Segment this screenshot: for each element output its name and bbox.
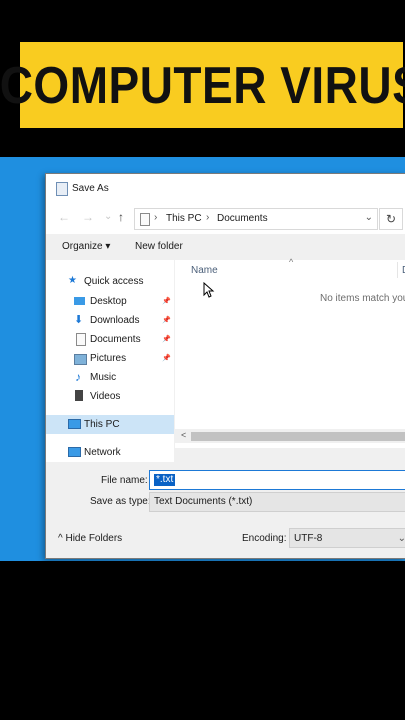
sidebar-item-label: Music	[90, 372, 117, 383]
file-name-value: *.txt	[154, 474, 176, 486]
sidebar-item-label: This PC	[84, 419, 120, 430]
star-icon: ★	[68, 275, 77, 286]
breadcrumb-documents[interactable]: Documents	[217, 213, 268, 224]
save-type-value: Text Documents (*.txt)	[154, 496, 253, 507]
picture-icon	[74, 354, 87, 365]
sort-up-icon: ^	[289, 257, 294, 267]
sidebar-item-music[interactable]: ♪ Music	[46, 368, 174, 387]
hide-folders-button[interactable]: ^ Hide Folders	[58, 533, 122, 544]
forward-arrow-icon[interactable]: →	[82, 210, 94, 224]
file-name-input[interactable]: *.txt	[149, 470, 405, 490]
computer-icon	[68, 419, 81, 429]
new-folder-button[interactable]: New folder	[135, 241, 183, 252]
encoding-select[interactable]: UTF-8 ⌄	[289, 528, 405, 548]
sidebar-item-pictures[interactable]: Pictures 📌	[46, 349, 174, 368]
address-dropdown-icon[interactable]: ⌄	[365, 212, 373, 223]
sidebar-item-videos[interactable]: Videos	[46, 387, 174, 406]
column-header-name[interactable]: Name	[191, 265, 218, 276]
pin-icon: 📌	[162, 336, 171, 343]
document-icon	[76, 333, 86, 346]
sidebar-item-downloads[interactable]: ⬇ Downloads 📌	[46, 311, 174, 330]
title-bar[interactable]: Save As	[46, 174, 405, 202]
up-arrow-icon[interactable]: ↑	[118, 210, 124, 224]
scrollbar-thumb[interactable]	[191, 432, 405, 441]
command-bar: Organize ▾ New folder	[46, 234, 405, 260]
title-banner: COMPUTER VIRUS	[0, 42, 405, 128]
sidebar-item-this-pc[interactable]: This PC	[46, 415, 174, 434]
back-arrow-icon[interactable]: ←	[58, 210, 70, 224]
encoding-label: Encoding:	[242, 533, 287, 544]
sidebar-item-label: Quick access	[84, 276, 144, 287]
sidebar-item-label: Videos	[90, 391, 121, 402]
sidebar-item-documents[interactable]: Documents 📌	[46, 330, 174, 349]
chevron-down-icon: ⌄	[398, 533, 405, 544]
navigation-bar: ← → ⌄ ↑ › This PC › Documents ⌄ ↻	[46, 202, 405, 234]
network-icon	[68, 447, 81, 457]
scroll-left-icon[interactable]: <	[181, 430, 186, 440]
save-form: Network File name: *.txt Save as type: T…	[46, 443, 405, 558]
address-bar[interactable]: › This PC › Documents ⌄	[134, 208, 378, 230]
save-type-label: Save as type:	[90, 496, 151, 507]
sidebar-item-label: Documents	[90, 334, 141, 345]
file-name-label: File name:	[101, 475, 148, 486]
breadcrumb-this-pc[interactable]: This PC	[166, 213, 202, 224]
sidebar-item-label: Pictures	[90, 353, 127, 364]
sidebar-item-quick-access[interactable]: ★ Quick access	[46, 272, 174, 291]
banner-title: COMPUTER VIRUS	[0, 55, 405, 115]
video-icon	[75, 390, 83, 401]
horizontal-scrollbar[interactable]: <	[175, 429, 405, 443]
pin-icon: 📌	[162, 317, 171, 324]
mouse-cursor-icon	[203, 282, 215, 298]
sidebar-item-desktop[interactable]: Desktop 📌	[46, 292, 174, 311]
navigation-pane: ★ Quick access Desktop 📌 ⬇ Downloads 📌 D…	[46, 260, 174, 448]
pin-icon: 📌	[162, 298, 171, 305]
sidebar-item-network[interactable]: Network	[46, 443, 174, 462]
refresh-icon[interactable]: ↻	[379, 208, 403, 230]
organize-button[interactable]: Organize ▾	[62, 241, 110, 252]
empty-message: No items match you	[320, 293, 405, 304]
save-as-dialog: Save As ← → ⌄ ↑ › This PC › Documents ⌄ …	[45, 173, 405, 559]
encoding-value: UTF-8	[294, 533, 323, 544]
sidebar-item-label: Desktop	[90, 296, 127, 307]
download-arrow-icon: ⬇	[74, 314, 84, 326]
chevron-right-icon[interactable]: ›	[206, 212, 209, 223]
recent-locations-icon[interactable]: ⌄	[104, 211, 112, 222]
save-type-select[interactable]: Text Documents (*.txt)	[149, 492, 405, 512]
sidebar-item-label: Network	[84, 447, 121, 458]
music-note-icon: ♪	[75, 370, 81, 384]
pin-icon: 📌	[162, 355, 171, 362]
notepad-icon	[56, 182, 68, 196]
chevron-right-icon[interactable]: ›	[154, 212, 157, 223]
window-title: Save As	[72, 183, 109, 194]
documents-folder-icon	[140, 213, 150, 226]
column-separator[interactable]	[397, 262, 398, 278]
desktop-icon	[74, 297, 85, 305]
sidebar-item-label: Downloads	[90, 315, 140, 326]
